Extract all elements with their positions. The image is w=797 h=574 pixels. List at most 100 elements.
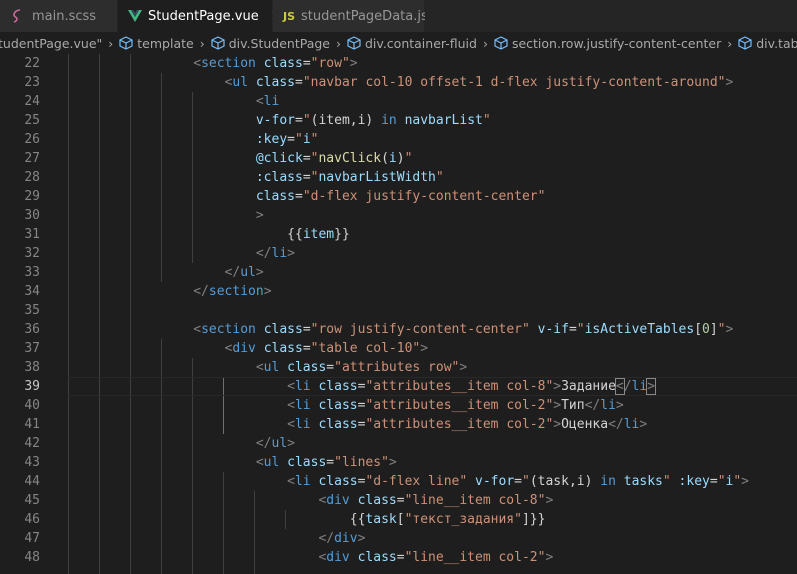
- code-line: 38 <ul class="attributes row">: [0, 358, 797, 377]
- tab-bar-filler: [425, 0, 797, 32]
- line-number: 33: [24, 265, 40, 280]
- tab-bar: main.scss StudentPage.vue × JS studentPa…: [0, 0, 797, 32]
- code-text: <section class="row">: [193, 56, 358, 71]
- code-text: v-for="(item,i) in navbarList": [255, 113, 491, 128]
- code-line: 42 </ul>: [0, 434, 797, 453]
- code-line: 46 {{task["текст_задания"]}}: [0, 510, 797, 529]
- code-text: </div>: [318, 531, 366, 546]
- code-line: 31 {{item}}: [0, 225, 797, 244]
- line-number: 23: [24, 75, 40, 90]
- code-text: <li class="d-flex line" v-for="(task,i) …: [287, 474, 749, 489]
- chevron-right-icon: ›: [727, 35, 733, 51]
- code-line: 23 <ul class="navbar col-10 offset-1 d-f…: [0, 73, 797, 92]
- code-line: 43 <ul class="lines">: [0, 453, 797, 472]
- code-text: <div class="line__item col-2">: [318, 550, 554, 565]
- breadcrumb-item-div-table[interactable]: div.table.col-1: [738, 36, 797, 51]
- sass-icon: [10, 9, 26, 23]
- cube-icon: [738, 36, 752, 50]
- line-number: 25: [24, 113, 40, 128]
- chevron-right-icon: ›: [336, 35, 341, 51]
- code-text: {{item}}: [287, 227, 350, 242]
- breadcrumb: tudentPage.vue" › template › div.StudentPa…: [0, 32, 797, 54]
- tab-label: StudentPage.vue: [148, 8, 259, 24]
- line-number: 40: [24, 398, 40, 413]
- line-number: 26: [24, 132, 40, 147]
- code-text: @click="navClick(i)": [255, 151, 413, 166]
- vue-icon: [128, 10, 142, 22]
- line-number: 39: [24, 379, 40, 394]
- breadcrumb-item-section[interactable]: section.row.justify-content-center ›: [494, 36, 738, 51]
- code-text: <li class="attributes__item col-2">Тип</…: [287, 398, 624, 413]
- code-text: <div class="line__item col-8">: [318, 493, 554, 508]
- line-number: 42: [24, 436, 40, 451]
- code-text: </ul>: [224, 265, 264, 280]
- line-number: 30: [24, 208, 40, 223]
- code-line: 47 </div>: [0, 529, 797, 548]
- chevron-right-icon: ›: [199, 35, 205, 51]
- code-line: 33 </ul>: [0, 263, 797, 282]
- code-text: </li>: [255, 246, 295, 261]
- code-line: 48 <div class="line__item col-2">: [0, 548, 797, 567]
- code-line: 26 :key="i": [0, 130, 797, 149]
- line-number: 29: [24, 189, 40, 204]
- line-number: 35: [24, 303, 40, 318]
- line-number: 48: [24, 550, 40, 565]
- code-line: 29 class="d-flex justify-content-center": [0, 187, 797, 206]
- code-text: {{task["текст_задания"]}}: [349, 512, 546, 527]
- code-line-current: 39 <li class="attributes__item col-8">За…: [0, 377, 797, 396]
- line-number: 46: [24, 512, 40, 527]
- line-number: 27: [24, 151, 40, 166]
- cube-icon: [211, 36, 225, 50]
- line-number: 44: [24, 474, 40, 489]
- line-number: 47: [24, 531, 40, 546]
- tab-student-page-data-js[interactable]: JS studentPageData.js: [273, 0, 428, 32]
- code-text: <ul class="attributes row">: [255, 360, 468, 375]
- code-line: 28 :class="navbarListWidth": [0, 168, 797, 187]
- tab-label: main.scss: [32, 8, 97, 24]
- code-text: <li: [255, 94, 280, 109]
- line-number: 36: [24, 322, 40, 337]
- line-number: 22: [24, 56, 40, 71]
- code-text: :class="navbarListWidth": [255, 170, 444, 185]
- code-text: <li class="attributes__item col-2">Оценк…: [287, 417, 648, 432]
- tab-label: studentPageData.js: [301, 8, 428, 24]
- code-line: 34 </section>: [0, 282, 797, 301]
- code-line: 35: [0, 301, 797, 320]
- code-line: 22 <section class="row">: [0, 54, 797, 73]
- line-number: 31: [24, 227, 40, 242]
- line-number: 38: [24, 360, 40, 375]
- code-line: 36 <section class="row justify-content-c…: [0, 320, 797, 339]
- code-text: <ul class="navbar col-10 offset-1 d-flex…: [224, 75, 734, 90]
- code-text: <div class="table col-10">: [224, 341, 429, 356]
- code-line: 32 </li>: [0, 244, 797, 263]
- breadcrumb-item-div-container-fluid[interactable]: div.container-fluid ›: [347, 36, 494, 51]
- code-text: <li class="attributes__item col-8">Задан…: [287, 378, 657, 395]
- code-line: 44 <li class="d-flex line" v-for="(task,…: [0, 472, 797, 491]
- code-text: </ul>: [255, 436, 295, 451]
- tab-student-page-vue[interactable]: StudentPage.vue ×: [118, 0, 282, 32]
- code-line: 27 @click="navClick(i)": [0, 149, 797, 168]
- code-line: 45 <div class="line__item col-8">: [0, 491, 797, 510]
- js-icon: JS: [283, 9, 296, 23]
- line-number: 41: [24, 417, 40, 432]
- line-number: 34: [24, 284, 40, 299]
- code-line: 40 <li class="attributes__item col-2">Ти…: [0, 396, 797, 415]
- code-editor[interactable]: 22 <section class="row"> 23 <ul class="n…: [0, 54, 797, 574]
- line-number: 32: [24, 246, 40, 261]
- code-line: 30 >: [0, 206, 797, 225]
- cube-icon: [494, 36, 508, 50]
- breadcrumb-item-template[interactable]: template ›: [119, 36, 210, 51]
- chevron-right-icon: ›: [108, 35, 114, 51]
- breadcrumb-item-div-studentpage[interactable]: div.StudentPage ›: [211, 36, 347, 51]
- code-line: 37 <div class="table col-10">: [0, 339, 797, 358]
- breadcrumb-item-file[interactable]: tudentPage.vue" ›: [0, 36, 119, 51]
- line-number: 28: [24, 170, 40, 185]
- code-line: 41 <li class="attributes__item col-2">Оц…: [0, 415, 797, 434]
- code-line: 24 <li: [0, 92, 797, 111]
- cube-icon: [119, 36, 133, 50]
- tab-main-scss[interactable]: main.scss: [0, 0, 118, 32]
- line-number: 24: [24, 94, 40, 109]
- line-number: 43: [24, 455, 40, 470]
- code-text: :key="i": [255, 132, 319, 147]
- code-text: >: [255, 208, 264, 223]
